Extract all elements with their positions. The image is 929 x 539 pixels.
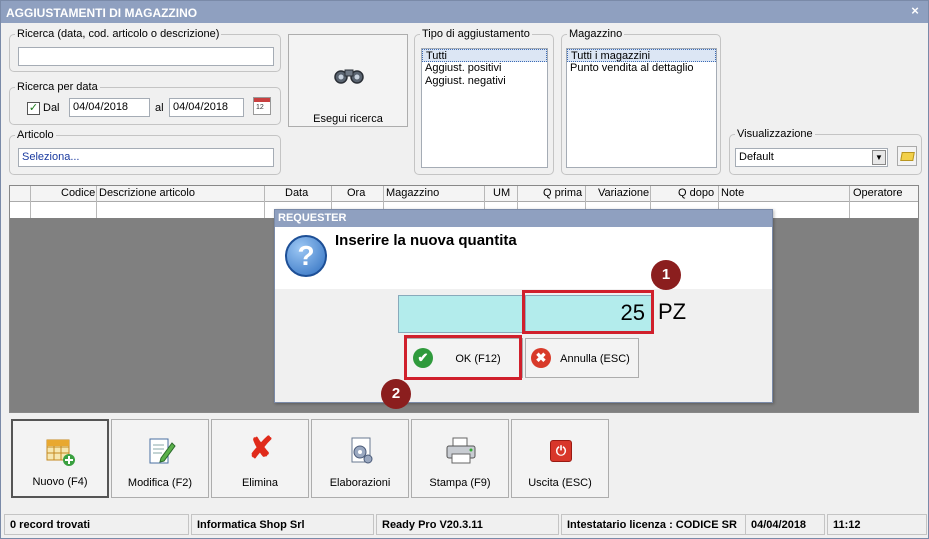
edit-button[interactable]: Modifica (F2) (111, 419, 209, 498)
column-header[interactable]: UM (493, 187, 510, 199)
status-license: Intestatario licenza : CODICE SR (561, 514, 746, 535)
article-legend: Articolo (15, 129, 56, 141)
process-label: Elaborazioni (329, 477, 391, 489)
date-to-field[interactable]: 04/04/2018 (169, 98, 244, 117)
quantity-unit: PZ (658, 299, 687, 324)
column-header[interactable]: Codice (61, 187, 95, 199)
delete-icon: ✘ (248, 432, 274, 465)
question-icon: ? (285, 235, 327, 277)
exit-label: Uscita (ESC) (528, 477, 592, 489)
dialog-title: REQUESTER (275, 210, 772, 227)
chevron-down-icon[interactable]: ▼ (872, 150, 886, 165)
new-label: Nuovo (F4) (32, 476, 88, 488)
table-header: Codice Descrizione articolo Data Ora Mag… (10, 186, 918, 202)
column-header[interactable]: Descrizione articolo (99, 187, 195, 199)
new-button[interactable]: Nuovo (F4) (11, 419, 109, 498)
column-header[interactable]: Ora (347, 187, 365, 199)
binoculars-icon (334, 69, 364, 84)
search-group: Ricerca (data, cod. articolo o descrizio… (9, 28, 281, 72)
view-group: Visualizzazione Default ▼ (729, 128, 922, 175)
view-select-value: Default (739, 151, 774, 163)
column-header[interactable]: Q prima (543, 187, 582, 199)
status-company: Informatica Shop Srl (191, 514, 374, 535)
warehouse-group: Magazzino Tutti i magazzini Punto vendit… (561, 28, 721, 175)
process-button[interactable]: Elaborazioni (311, 419, 409, 498)
cancel-button[interactable]: ✖ Annulla (ESC) (525, 338, 639, 378)
new-grid-icon (46, 439, 75, 466)
print-button[interactable]: Stampa (F9) (411, 419, 509, 498)
run-search-button[interactable]: Esegui ricerca (288, 34, 408, 127)
list-item[interactable]: Aggiust. positivi (422, 62, 547, 75)
column-header[interactable]: Q dopo (678, 187, 714, 199)
folder-icon[interactable] (897, 146, 917, 166)
list-item[interactable]: Tutti (422, 49, 547, 62)
close-icon[interactable]: × (908, 4, 922, 18)
adjust-type-legend: Tipo di aggiustamento (420, 28, 532, 40)
power-icon: ⏻ (550, 440, 572, 462)
status-version: Ready Pro V20.3.11 (376, 514, 559, 535)
quantity-highlight (522, 290, 654, 334)
process-icon (351, 437, 373, 464)
column-header[interactable]: Note (721, 187, 744, 199)
list-item[interactable]: Tutti i magazzini (567, 49, 716, 62)
date-from-field[interactable]: 04/04/2018 (69, 98, 150, 117)
delete-label: Elimina (241, 477, 279, 489)
search-legend: Ricerca (data, cod. articolo o descrizio… (15, 28, 222, 40)
column-divider (849, 186, 850, 218)
adjust-type-list[interactable]: Tutti Aggiust. positivi Aggiust. negativ… (421, 48, 548, 168)
cancel-label: Annulla (ESC) (560, 353, 630, 365)
calendar-icon[interactable]: 12 (253, 97, 271, 115)
date-search-legend: Ricerca per data (15, 81, 100, 93)
warehouse-legend: Magazzino (567, 28, 625, 40)
status-records: 0 record trovati (4, 514, 189, 535)
print-label: Stampa (F9) (429, 477, 491, 489)
column-divider (96, 186, 97, 218)
view-legend: Visualizzazione (735, 128, 815, 140)
main-window: AGGIUSTAMENTI DI MAGAZZINO × Ricerca (da… (0, 0, 929, 539)
warehouse-list[interactable]: Tutti i magazzini Punto vendita al detta… (566, 48, 717, 168)
article-group: Articolo Seleziona... (9, 129, 281, 175)
column-header[interactable]: Variazione (598, 187, 649, 199)
edit-icon (149, 438, 176, 464)
quantity-prefix-field (398, 295, 524, 333)
delete-button[interactable]: ✘ Elimina (211, 419, 309, 498)
adjust-type-group: Tipo di aggiustamento Tutti Aggiust. pos… (414, 28, 554, 175)
list-item[interactable]: Punto vendita al dettaglio (567, 62, 716, 75)
window-titlebar: AGGIUSTAMENTI DI MAGAZZINO × (1, 1, 928, 23)
column-header[interactable]: Operatore (853, 187, 903, 199)
date-search-group: Ricerca per data ✓ Dal 04/04/2018 al 04/… (9, 81, 281, 125)
ok-highlight (404, 335, 522, 380)
printer-icon (446, 437, 476, 464)
view-select[interactable]: Default ▼ (735, 148, 888, 167)
dialog-message-area: ? Inserire la nuova quantita (275, 227, 772, 289)
date-from-checkbox[interactable]: ✓ (27, 102, 40, 115)
cancel-icon: ✖ (531, 348, 551, 368)
date-from-label: Dal (43, 102, 60, 114)
run-search-label: Esegui ricerca (313, 113, 383, 125)
column-divider (264, 186, 265, 218)
dialog-message: Inserire la nuova quantita (335, 232, 517, 249)
window-title: AGGIUSTAMENTI DI MAGAZZINO (6, 6, 198, 20)
column-header[interactable]: Magazzino (386, 187, 439, 199)
search-input[interactable] (18, 47, 274, 66)
column-divider (30, 186, 31, 218)
column-header[interactable]: Data (285, 187, 308, 199)
status-time: 11:12 (827, 514, 927, 535)
step-marker-1: 1 (651, 260, 681, 290)
step-marker-2: 2 (381, 379, 411, 409)
article-field[interactable]: Seleziona... (18, 148, 274, 167)
date-to-label: al (155, 102, 164, 114)
edit-label: Modifica (F2) (127, 477, 193, 489)
status-date: 04/04/2018 (745, 514, 825, 535)
list-item[interactable]: Aggiust. negativi (422, 75, 547, 88)
exit-button[interactable]: ⏻ Uscita (ESC) (511, 419, 609, 498)
